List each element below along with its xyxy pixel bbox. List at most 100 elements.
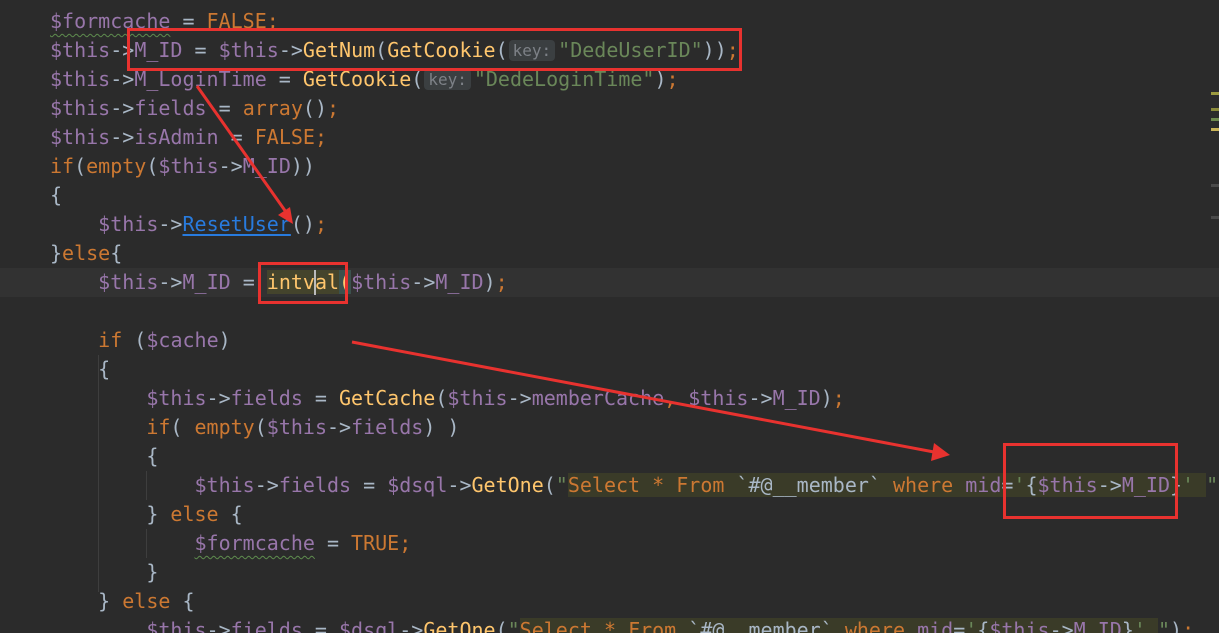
error-stripe-mark[interactable] [1211,108,1219,111]
code-token: = [302,618,340,633]
semicolon-token: ; [314,125,327,149]
code-token: -> [206,618,231,633]
code-line[interactable]: if(empty($this->M_ID)) [0,152,1219,181]
error-stripe-mark[interactable] [1211,118,1219,121]
string-token: " [555,473,568,497]
keyword-token: else [62,241,111,265]
sql-string-token: ' [965,618,978,633]
sql-column-token: mid [965,473,1002,497]
code-line[interactable]: $this->fields = $dsql->GetOne("Select * … [0,616,1219,633]
code-token: ) [483,270,496,294]
semicolon-token: ; [399,531,412,555]
code-token: = [206,96,243,120]
code-token: ( [435,386,448,410]
variable-token: $this [158,154,219,178]
string-token: " [1206,473,1219,497]
code-line[interactable]: { [0,355,1219,384]
code-area[interactable]: $formcache = FALSE; $this->M_ID = $this->… [0,7,1219,633]
code-line[interactable]: { [0,181,1219,210]
keyword-token: array [242,96,303,120]
code-line[interactable]: $this->fields = array(); [0,94,1219,123]
sql-token [591,618,604,633]
sql-token [664,473,677,497]
sql-token: { [977,618,990,633]
code-line[interactable] [0,297,1219,326]
variable-token: $this [688,386,749,410]
sql-keyword-token: where [844,618,906,633]
variable-token: $this [351,270,412,294]
sql-keyword-token: From [628,618,677,633]
variable-token: $formcache [194,531,315,555]
code-line[interactable]: } [0,558,1219,587]
code-line[interactable]: $this->fields = GetCache($this->memberCa… [0,384,1219,413]
code-line[interactable]: $formcache = TRUE; [0,529,1219,558]
code-line[interactable]: $this->isAdmin = FALSE; [0,123,1219,152]
property-token: fields [134,96,207,120]
code-token: -> [447,473,472,497]
sql-string-token: ' [1133,618,1146,633]
sql-keyword-token: Select [519,618,592,633]
sql-string-token: ' [1182,473,1195,497]
variable-token: $this [50,67,111,91]
code-line[interactable]: $this->ResetUser(); [0,210,1219,239]
error-stripe-mark[interactable] [1211,128,1219,131]
sql-token [640,473,653,497]
code-token: ( [543,473,556,497]
code-line[interactable]: }else{ [0,239,1219,268]
code-token: ) [218,328,231,352]
code-token: = [218,125,255,149]
code-token: ) [820,386,833,410]
variable-token: $dsql [387,473,448,497]
code-token: -> [110,96,135,120]
sql-token [1145,618,1158,633]
sql-variable-token: $this [989,618,1050,633]
code-token: ) [1170,618,1183,633]
keyword-token: else [170,502,219,526]
code-line[interactable]: if( empty($this->fields) ) [0,413,1219,442]
semicolon-token: ; [1182,618,1195,633]
sql-keyword-token: where [892,473,954,497]
method-link[interactable]: ResetUser [182,212,290,236]
code-token: ( [170,415,195,439]
code-line[interactable]: } else { [0,587,1219,616]
semicolon-token: ; [495,270,508,294]
variable-token: $this [266,415,327,439]
code-line[interactable]: if ($cache) [0,326,1219,355]
current-code-line[interactable]: $this->M_ID = intval($this->M_ID); [0,268,1219,297]
variable-token: $this [146,386,207,410]
error-stripe-mark[interactable] [1211,184,1219,187]
sql-token: = [953,618,966,633]
code-token: ( [495,618,508,633]
keyword-token: if [50,154,75,178]
sql-token [1194,473,1207,497]
code-token: } [146,560,159,584]
property-token: fields [230,386,303,410]
code-token: { [110,241,123,265]
code-token: -> [748,386,773,410]
sql-token: `#@__member` [724,473,893,497]
keyword-token: FALSE [254,125,315,149]
code-token: } [146,502,171,526]
error-stripe-mark[interactable] [1211,92,1219,95]
error-stripe-mark[interactable] [1211,216,1219,219]
code-token: { [218,502,243,526]
variable-token: $this [194,473,255,497]
property-token: M_ID [772,386,821,410]
code-token: = [314,531,352,555]
code-token: -> [206,386,231,410]
code-token: -> [158,212,183,236]
keyword-token: empty [194,415,255,439]
variable-token: $this [447,386,508,410]
annotation-box [127,28,742,71]
string-token: " [507,618,520,633]
code-token: -> [110,125,135,149]
code-editor[interactable]: $formcache = FALSE; $this->M_ID = $this->… [0,0,1219,633]
code-token: ( [254,415,267,439]
